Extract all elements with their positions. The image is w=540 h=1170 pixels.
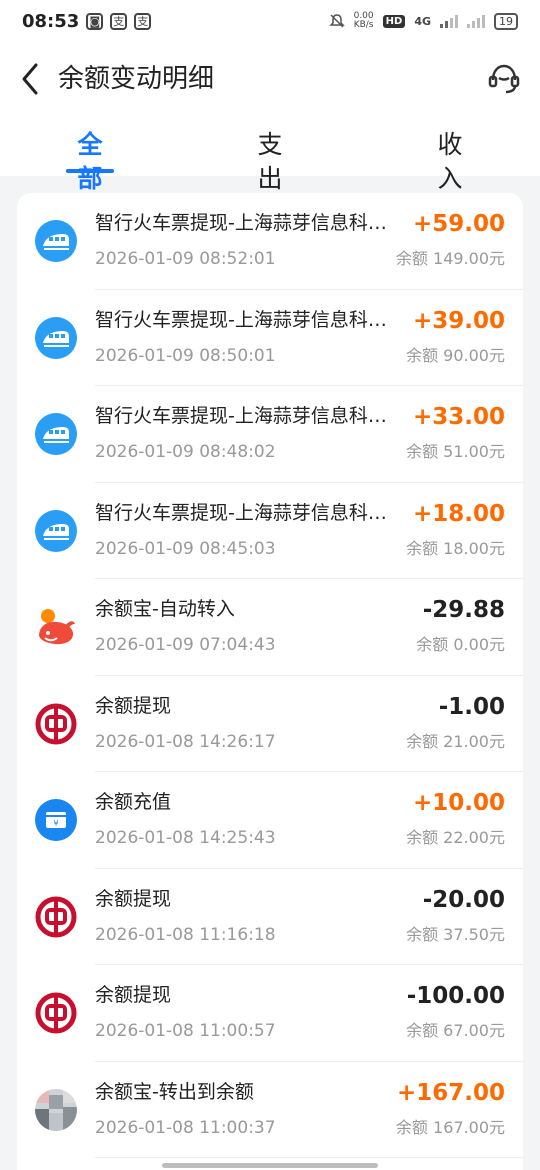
active-tab-indicator — [66, 169, 114, 173]
app-notification-icon: 支 — [134, 12, 152, 30]
transaction-name: 余额宝-自动转入 — [95, 598, 235, 620]
transaction-date: 2026-01-09 08:48:02 — [95, 442, 276, 462]
bank-of-china-icon — [35, 896, 77, 937]
transaction-row[interactable]: 智行火车票提现-上海蒜芽信息科… +33.00 2026-01-09 08:48… — [17, 386, 523, 483]
app-notification-icon: 支 — [110, 12, 128, 30]
transaction-row[interactable]: ¥ 余额充值 +10.00 2026-01-08 14:25:43 余额 22.… — [17, 772, 523, 869]
transaction-amount: +10.00 — [412, 790, 505, 816]
transaction-amount: -20.00 — [422, 886, 505, 913]
avatar-icon — [35, 1088, 77, 1131]
recharge-icon: ¥ — [35, 799, 77, 841]
train-icon — [35, 220, 77, 262]
transaction-name: 余额提现 — [95, 984, 172, 1006]
transaction-name: 智行火车票提现-上海蒜芽信息科… — [95, 308, 387, 331]
transaction-balance: 余额 90.00元 — [406, 345, 505, 365]
transaction-amount: +18.00 — [412, 500, 505, 527]
transaction-row[interactable]: 智行火车票提现-上海蒜芽信息科… +18.00 2026-01-09 08:45… — [17, 483, 523, 579]
page-title: 余额变动明细 — [58, 64, 215, 94]
transaction-amount: +39.00 — [412, 307, 505, 334]
tab-income[interactable]: 收入 — [426, 128, 474, 196]
row-divider — [95, 1157, 523, 1158]
transaction-row[interactable]: 余额提现 -100.00 2026-01-08 11:00:57 余额 67.0… — [17, 965, 523, 1062]
transaction-balance: 余额 167.00元 — [395, 1117, 505, 1137]
transaction-balance: 余额 149.00元 — [395, 249, 505, 268]
transaction-name: 智行火车票提现-上海蒜芽信息科… — [95, 212, 387, 234]
tab-all[interactable]: 全部 — [66, 128, 114, 196]
net-speed: 0.00 KB/s — [354, 12, 374, 30]
tab-expense[interactable]: 支出 — [246, 128, 294, 196]
transaction-row[interactable]: 智行火车票提现-上海蒜芽信息科… +59.00 2026-01-09 08:52… — [17, 193, 523, 290]
transaction-date: 2026-01-09 07:04:43 — [95, 635, 276, 655]
app-notification-icon: ◙ — [86, 12, 104, 30]
transaction-date: 2026-01-08 11:00:37 — [95, 1117, 276, 1138]
signal-icon — [467, 14, 485, 28]
transaction-amount: -1.00 — [438, 693, 505, 720]
transaction-date: 2026-01-09 08:52:01 — [95, 249, 276, 269]
transaction-amount: -100.00 — [406, 983, 505, 1009]
train-icon — [35, 509, 77, 552]
chevron-left-icon[interactable] — [16, 60, 46, 98]
transaction-balance: 余额 22.00元 — [406, 828, 505, 847]
home-indicator[interactable] — [162, 1163, 378, 1168]
bank-of-china-icon — [35, 703, 77, 744]
bank-of-china-icon — [35, 992, 77, 1034]
transaction-name: 余额提现 — [95, 694, 172, 717]
transaction-balance: 余额 21.00元 — [406, 731, 505, 751]
nav-header: 余额变动明细 — [0, 42, 540, 116]
transaction-balance: 余额 67.00元 — [406, 1021, 505, 1040]
hd-badge: HD — [382, 14, 406, 28]
svg-text:¥: ¥ — [53, 819, 58, 828]
transaction-name: 智行火车票提现-上海蒜芽信息科… — [95, 501, 387, 524]
customer-service-icon[interactable] — [486, 60, 522, 96]
train-icon — [35, 316, 77, 359]
transaction-name: 智行火车票提现-上海蒜芽信息科… — [95, 405, 387, 427]
yuebao-icon — [39, 609, 75, 645]
transaction-list: 智行火车票提现-上海蒜芽信息科… +59.00 2026-01-09 08:52… — [17, 193, 523, 1170]
transaction-amount: +167.00 — [396, 1079, 505, 1106]
transaction-amount: +59.00 — [412, 211, 505, 237]
status-right: 0.00 KB/s HD 4G 19 — [328, 12, 518, 30]
net-speed-unit: KB/s — [353, 20, 374, 30]
transaction-amount: +33.00 — [412, 404, 505, 430]
transaction-name: 余额充值 — [95, 791, 172, 813]
transaction-date: 2026-01-08 11:00:57 — [95, 1021, 276, 1041]
train-icon — [35, 413, 77, 455]
mute-icon — [328, 14, 345, 28]
transaction-date: 2026-01-09 08:45:03 — [95, 538, 276, 559]
transaction-row[interactable]: 余额宝-转出到余额 +167.00 2026-01-08 11:00:37 余额… — [17, 1062, 523, 1158]
transaction-row[interactable]: 余额宝-自动转入 -29.88 2026-01-09 07:04:43 余额 0… — [17, 579, 523, 676]
transaction-date: 2026-01-09 08:50:01 — [95, 345, 276, 366]
transaction-name: 余额提现 — [95, 887, 172, 910]
transaction-date: 2026-01-08 14:25:43 — [95, 828, 276, 848]
transaction-date: 2026-01-08 14:26:17 — [95, 731, 276, 752]
status-bar: 08:53 ◙ 支 支 0.00 KB/s HD 4G 19 — [0, 0, 540, 42]
signal-icon — [440, 14, 458, 28]
transaction-row[interactable]: 余额提现 -20.00 2026-01-08 11:16:18 余额 37.50… — [17, 869, 523, 965]
transaction-balance: 余额 51.00元 — [406, 442, 505, 461]
transaction-balance: 余额 37.50元 — [406, 924, 505, 944]
transaction-balance: 余额 0.00元 — [416, 635, 505, 654]
transaction-name: 余额宝-转出到余额 — [95, 1080, 254, 1103]
battery-icon: 19 — [494, 12, 518, 30]
transaction-row[interactable]: 智行火车票提现-上海蒜芽信息科… +39.00 2026-01-09 08:50… — [17, 290, 523, 386]
transaction-row[interactable]: 余额提现 -1.00 2026-01-08 14:26:17 余额 21.00元 — [17, 676, 523, 772]
transaction-amount: -29.88 — [422, 597, 505, 623]
signal-type: 4G — [414, 14, 431, 28]
transaction-balance: 余额 18.00元 — [406, 538, 505, 558]
status-time: 08:53 — [22, 10, 80, 32]
filter-tabs: 全部 支出 收入 — [0, 116, 540, 193]
transaction-date: 2026-01-08 11:16:18 — [95, 924, 276, 945]
